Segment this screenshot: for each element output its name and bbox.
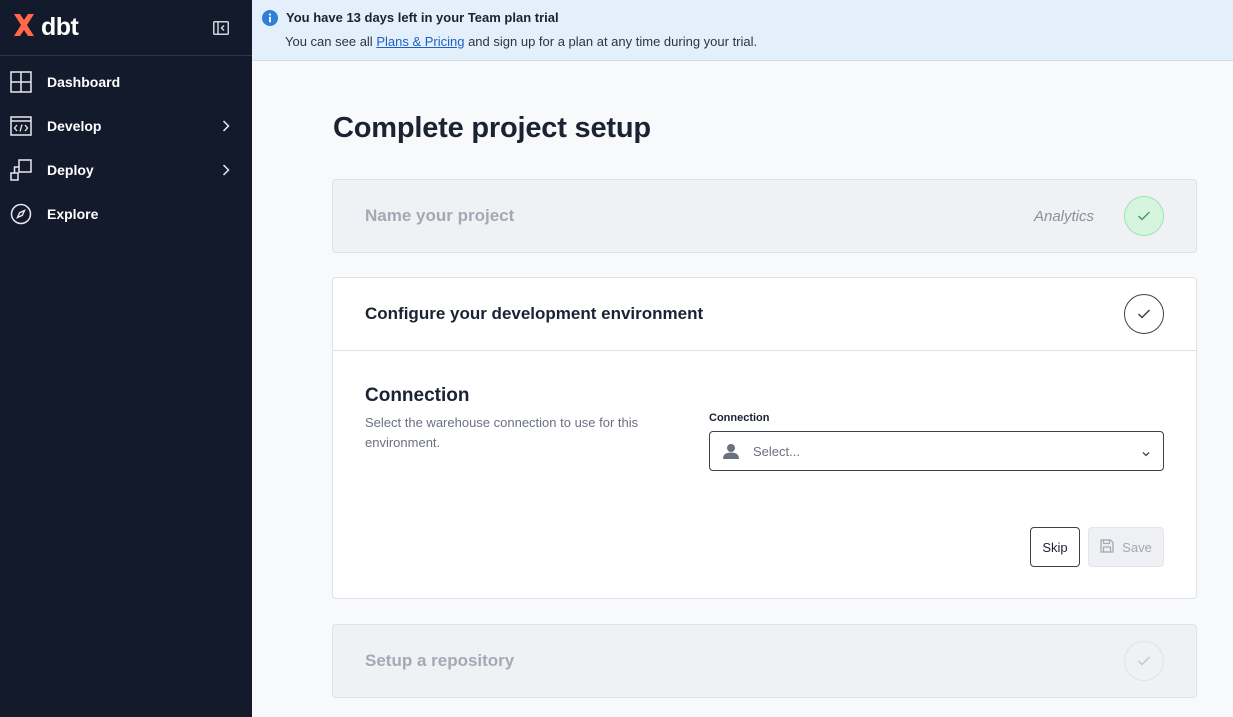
- chevron-down-icon: [1141, 446, 1151, 457]
- step-name-project[interactable]: Name your project Analytics: [332, 179, 1197, 253]
- info-icon: [262, 10, 278, 26]
- connection-section: Connection Select the warehouse connecti…: [333, 350, 1196, 598]
- compass-icon: [10, 203, 32, 225]
- dbt-logo[interactable]: dbt: [11, 12, 79, 43]
- page-title: Complete project setup: [333, 112, 651, 144]
- user-avatar-icon: [722, 442, 740, 460]
- code-window-icon: [10, 115, 32, 137]
- banner-text: and sign up for a plan at any time durin…: [464, 34, 758, 49]
- step-title: Name your project: [365, 206, 515, 225]
- sidebar-item-label: Explore: [47, 206, 99, 222]
- sidebar-item-label: Dashboard: [47, 74, 121, 90]
- check-icon: [1124, 641, 1164, 681]
- sidebar-item-deploy[interactable]: Deploy: [0, 148, 252, 192]
- project-name-value: Analytics: [1033, 207, 1094, 225]
- banner-title: You have 13 days left in your Team plan …: [286, 10, 559, 25]
- section-title: Connection: [365, 385, 470, 406]
- save-icon: [1100, 538, 1114, 556]
- sidebar-item-develop[interactable]: Develop: [0, 104, 252, 148]
- sidebar-item-dashboard[interactable]: Dashboard: [0, 60, 252, 104]
- plans-pricing-link[interactable]: Plans & Pricing: [376, 34, 464, 49]
- check-icon: [1124, 294, 1164, 334]
- step-title: Configure your development environment: [365, 304, 704, 323]
- check-icon: [1124, 196, 1164, 236]
- dashboard-grid-icon: [10, 71, 32, 93]
- step-title: Setup a repository: [365, 651, 515, 670]
- banner-text: You can see all: [285, 34, 377, 49]
- save-button-label: Save: [1122, 539, 1152, 555]
- banner-message: You can see all Plans & Pricing and sign…: [285, 33, 1223, 51]
- skip-button[interactable]: Skip: [1030, 527, 1080, 567]
- logo-text: dbt: [41, 13, 79, 41]
- connection-field-label: Connection: [709, 412, 770, 424]
- chevron-right-icon: [219, 119, 233, 133]
- section-description: Select the warehouse connection to use f…: [365, 415, 639, 450]
- connection-select[interactable]: Select...: [709, 431, 1164, 471]
- select-placeholder: Select...: [753, 443, 800, 459]
- step-dev-environment: Configure your development environment C…: [332, 277, 1197, 599]
- sidebar-item-explore[interactable]: Explore: [0, 192, 252, 236]
- skip-button-label: Skip: [1042, 539, 1068, 555]
- sidebar-nav: Dashboard Develop Deploy Explore: [0, 56, 252, 236]
- collapse-sidebar-icon[interactable]: [212, 20, 230, 36]
- save-button[interactable]: Save: [1088, 527, 1164, 567]
- sidebar-item-label: Develop: [47, 118, 102, 134]
- sidebar: dbt Dashboard Develop Deploy Explore: [0, 0, 252, 717]
- dbt-logo-icon: [11, 12, 37, 43]
- step-setup-repository[interactable]: Setup a repository: [332, 624, 1197, 698]
- deploy-icon: [10, 159, 32, 181]
- sidebar-item-label: Deploy: [47, 162, 94, 178]
- trial-banner: You have 13 days left in your Team plan …: [252, 0, 1233, 61]
- chevron-right-icon: [219, 163, 233, 177]
- sidebar-header: dbt: [0, 0, 252, 56]
